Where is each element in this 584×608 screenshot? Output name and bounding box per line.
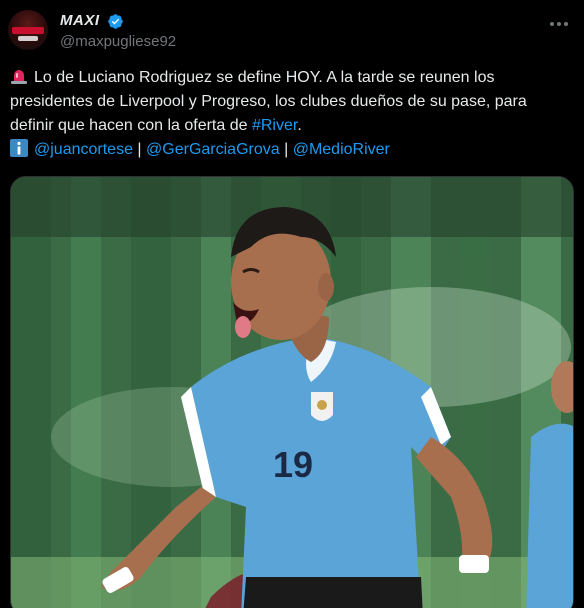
jersey-number: 19 [273, 444, 313, 485]
tweet-line-3: definir que hacen con la oferta de #Rive… [10, 114, 576, 138]
tweet-media-photo[interactable]: 19 [10, 176, 574, 608]
tweet-text: Lo de Luciano Rodriguez se define HOY. A… [10, 66, 576, 162]
tweet-header: MAXI @maxpugliese92 [8, 10, 576, 56]
avatar-band-secondary [18, 36, 38, 41]
football-player-celebrating-photo: 19 [11, 177, 573, 608]
tweet-line-1: Lo de Luciano Rodriguez se define HOY. A… [10, 66, 576, 90]
display-name[interactable]: MAXI [60, 12, 100, 29]
tweet-line-3-text: definir que hacen con la oferta de [10, 117, 252, 134]
tweet-line-2: presidentes de Liverpool y Progreso, los… [10, 93, 527, 110]
more-options-icon[interactable] [548, 14, 570, 34]
hashtag-link[interactable]: #River [252, 117, 297, 134]
avatar-band [12, 27, 44, 34]
mention-link[interactable]: @juancortese [34, 141, 133, 158]
mention-link[interactable]: @MedioRiver [293, 141, 390, 158]
avatar[interactable] [8, 10, 48, 50]
mention-separator: | [284, 141, 289, 158]
rotating-light-icon [11, 70, 27, 84]
information-icon [10, 139, 28, 157]
tweet-line-4: @juancortese | @GerGarciaGrova | @MedioR… [10, 138, 576, 162]
user-handle[interactable]: @maxpugliese92 [60, 33, 176, 50]
tweet-line-1-text: Lo de Luciano Rodriguez se define HOY. A… [34, 69, 495, 86]
verified-badge-icon [108, 14, 123, 29]
mention-separator: | [137, 141, 142, 158]
tweet-line-3-period: . [297, 117, 302, 134]
mention-link[interactable]: @GerGarciaGrova [146, 141, 280, 158]
